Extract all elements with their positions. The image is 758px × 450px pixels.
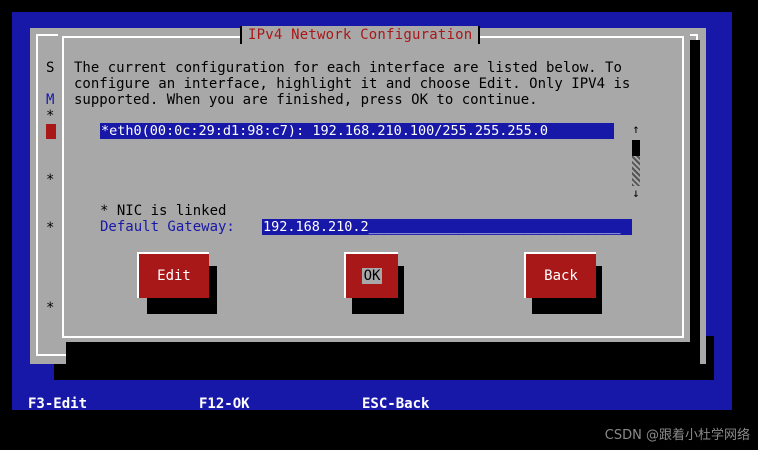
description-line: The current configuration for each inter…	[74, 60, 622, 76]
ok-button-label: OK	[361, 268, 383, 284]
background-highlight	[46, 124, 56, 139]
scroll-down-arrow-icon[interactable]: ↓	[630, 186, 642, 200]
hint-f3-edit: F3-Edit	[28, 396, 88, 412]
default-gateway-label: Default Gateway:	[100, 219, 235, 235]
background-text: M	[46, 92, 55, 108]
scroll-up-arrow-icon[interactable]: ↑	[630, 122, 642, 136]
key-hints-bar: F3-Edit F12-OK ESC-Back	[0, 394, 740, 412]
background-text: S	[46, 60, 55, 76]
scrollbar-thumb[interactable]	[632, 140, 640, 156]
hint-esc-back: ESC-Back	[362, 396, 430, 412]
background-text: *	[46, 108, 55, 124]
back-button[interactable]: Back	[524, 252, 596, 298]
watermark: CSDN @跟着小杜学网络	[604, 428, 750, 443]
edit-button-label: Edit	[157, 268, 191, 284]
edit-button[interactable]: Edit	[137, 252, 209, 298]
dialog-description: The current configuration for each inter…	[74, 60, 674, 108]
description-line: supported. When you are finished, press …	[74, 92, 538, 108]
hint-f12-ok: F12-OK	[199, 396, 250, 412]
interface-list-item-eth0[interactable]: *eth0(00:0c:29:d1:98:c7): 192.168.210.10…	[100, 123, 614, 139]
ok-button[interactable]: OK	[344, 252, 398, 298]
nic-link-status: * NIC is linked	[100, 203, 227, 219]
dialog-title: IPv4 Network Configuration	[240, 26, 481, 44]
back-button-label: Back	[544, 268, 578, 284]
description-line: configure an interface, highlight it and…	[74, 76, 631, 92]
interface-list-scrollbar[interactable]: ↑ ↓	[630, 122, 642, 202]
default-gateway-input[interactable]: 192.168.210.2___________________________…	[262, 219, 632, 235]
background-text: *	[46, 220, 55, 236]
background-text: *	[46, 172, 55, 188]
background-text: *	[46, 300, 55, 316]
